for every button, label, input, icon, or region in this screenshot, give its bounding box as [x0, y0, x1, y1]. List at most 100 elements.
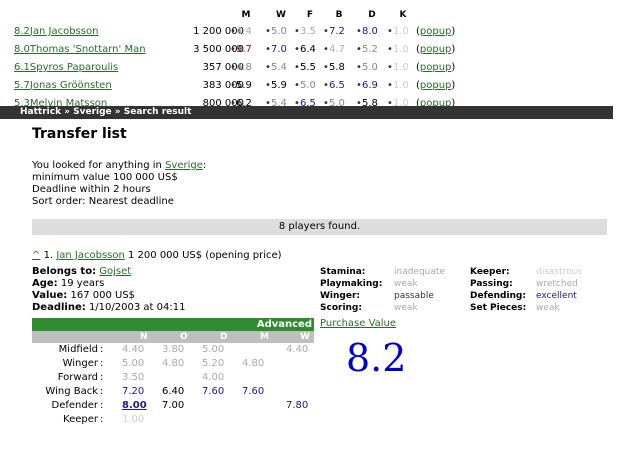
advanced-row: Forward: 3.50 4.00	[32, 371, 314, 385]
rating-cell: 5.20	[202, 358, 225, 369]
player-link[interactable]: Jonas Gröönsten	[30, 80, 112, 91]
rating-cell: 4.80	[162, 358, 185, 369]
popup-link[interactable]: popup	[420, 62, 452, 73]
skill-label: Winger:	[320, 291, 361, 301]
player-link[interactable]: Spyros Paparoulis	[30, 62, 118, 73]
criteria-sort: Sort order: Nearest deadline	[32, 196, 174, 207]
rating-cell: 1.00	[122, 414, 145, 425]
rating-value: 6.5	[329, 80, 345, 91]
position-label: Forward	[57, 372, 98, 383]
skill-label: Passing:	[470, 279, 513, 289]
popup-link[interactable]: popup	[420, 80, 452, 91]
colon: :	[100, 358, 104, 369]
position-label: Midfield	[58, 344, 98, 355]
player-name-link[interactable]: Jan Jacobsson	[56, 250, 125, 261]
col-f: F	[306, 10, 314, 20]
skill-value: weak	[394, 279, 418, 289]
position-label: Winger	[62, 358, 98, 369]
back-to-top-link[interactable]: ^	[32, 250, 40, 261]
advanced-row: Defender: 8.00 7.00 7.80	[32, 399, 314, 413]
rating-value: 5.2	[362, 44, 378, 55]
advanced-row: Wing Back: 7.20 6.40 7.60 7.60	[32, 385, 314, 399]
rating-value: 4.4	[236, 26, 252, 37]
purchase-value-link[interactable]: Purchase Value	[320, 318, 396, 329]
advanced-row: Midfield: 4.40 3.80 5.00 4.40	[32, 343, 314, 357]
position-label: Defender	[51, 400, 98, 411]
position-label: Keeper	[63, 414, 98, 425]
advanced-row: Winger: 5.00 4.80 5.20 4.80	[32, 357, 314, 371]
skill-label: Defending:	[470, 291, 526, 301]
team-link[interactable]: Gojset	[99, 266, 131, 277]
adv-col-m: M	[260, 332, 269, 342]
score-link[interactable]: 8.2	[14, 26, 30, 37]
player-link[interactable]: Jan Jacobsson	[30, 26, 99, 37]
colon: :	[100, 344, 104, 355]
summary-row: 8.0Thomas 'Snottarn' Man 3 500 000 • 9.7 • 7.…	[14, 44, 614, 60]
skill-label: Playmaking:	[320, 279, 383, 289]
colon: :	[100, 400, 104, 411]
player-info: Belongs to: Gojset Age: 19 years Value: …	[32, 266, 185, 314]
advanced-row: Keeper: 1.00	[32, 413, 314, 427]
skill-label: Scoring:	[320, 303, 362, 313]
col-d: D	[368, 10, 376, 20]
rating-cell: 4.00	[202, 372, 225, 383]
player-header: ^ 1. Jan Jacobsson 1 200 000 US$ (openin…	[32, 250, 282, 261]
advanced-title: Advanced	[32, 318, 314, 331]
criteria-deadline: Deadline within 2 hours	[32, 184, 151, 195]
rating-value: 5.9	[271, 80, 287, 91]
score-link[interactable]: 5.7	[14, 80, 30, 91]
rating-cell: 7.60	[202, 386, 225, 397]
rating-cell: 7.80	[286, 400, 309, 411]
rating-value: 1.0	[393, 44, 409, 55]
breadcrumb: Hattrick » Sverige » Search result	[0, 106, 613, 119]
col-b: B	[335, 10, 343, 20]
popup-link[interactable]: popup	[420, 44, 452, 55]
rating-cell: 4.80	[242, 358, 265, 369]
rating-cell: 6.40	[162, 386, 185, 397]
rating-value: 6.9	[362, 80, 378, 91]
player-link[interactable]: Thomas 'Snottarn' Man	[30, 44, 146, 55]
rating-cell: 5.00	[122, 358, 145, 369]
col-k: K	[399, 10, 407, 20]
rating-value: 5.4	[271, 62, 287, 73]
rating-cell: 8.00	[122, 400, 147, 411]
rating-cell: 7.60	[242, 386, 265, 397]
skill-label: Set Pieces:	[470, 303, 527, 313]
search-criteria: You looked for anything in Sverige: mini…	[32, 160, 206, 208]
criteria-text: You looked for anything in	[32, 160, 166, 171]
rating-value: 5.8	[329, 62, 345, 73]
deadline-label: Deadline:	[32, 302, 86, 313]
rating-value: 1.0	[393, 62, 409, 73]
country-link[interactable]: Sverige	[165, 160, 203, 171]
popup-link[interactable]: popup	[420, 26, 452, 37]
rating-value: 4.7	[329, 44, 345, 55]
criteria-colon: :	[202, 160, 207, 171]
adv-col-d: D	[220, 332, 228, 342]
player-price: 1 200 000 US$ (opening price)	[128, 250, 282, 261]
skill-value: wretched	[536, 279, 578, 289]
value-value: 167 000 US$	[70, 290, 136, 301]
rating-value: 5.9	[236, 80, 252, 91]
skill-value: weak	[536, 303, 560, 313]
colon: :	[100, 386, 104, 397]
adv-col-w: W	[300, 332, 310, 342]
rating-value: 1.0	[393, 80, 409, 91]
score-link[interactable]: 6.1	[14, 62, 30, 73]
skill-value: passable	[394, 291, 434, 301]
summary-row: 6.1Spyros Paparoulis 357 000 • 4.8 • 5.4 • 5.5 •…	[14, 62, 614, 78]
rating-value: 6.4	[300, 44, 316, 55]
rating-cell: 7.00	[162, 400, 185, 411]
skill-value: excellent	[536, 291, 577, 301]
rating-value: 4.8	[236, 62, 252, 73]
advanced-columns: N O D M W	[32, 331, 314, 343]
score-link[interactable]: 8.0	[14, 44, 30, 55]
deadline-value: 1/10/2003 at 04:11	[88, 302, 186, 313]
rating-cell: 4.40	[122, 344, 145, 355]
popup-wrap: (popup)	[416, 62, 456, 73]
purchase-value: 8.2	[346, 336, 407, 380]
rating-value: 7.0	[271, 44, 287, 55]
age-label: Age:	[32, 278, 58, 289]
rating-cell: 3.50	[122, 372, 145, 383]
rating-cell: 4.40	[286, 344, 309, 355]
results-count-bar: 8 players found.	[32, 219, 607, 235]
